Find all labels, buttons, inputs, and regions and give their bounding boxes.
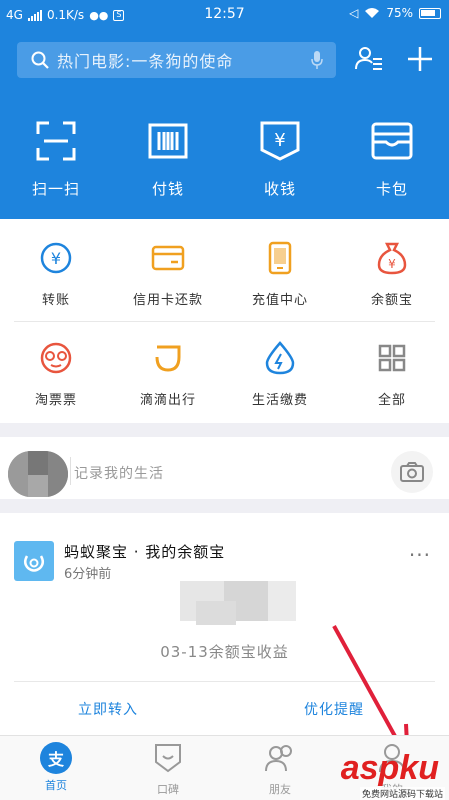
- tab-label: 首页: [45, 779, 67, 792]
- microphone-icon[interactable]: [310, 50, 324, 70]
- post-placeholder: 记录我的生活: [74, 466, 164, 482]
- grid-label: 充值中心: [251, 293, 308, 308]
- grid-label: 信用卡还款: [132, 293, 203, 308]
- quick-pay[interactable]: 付钱: [128, 118, 208, 199]
- quick-scan[interactable]: 扫一扫: [16, 118, 96, 199]
- didi-icon: [155, 345, 181, 372]
- tab-home[interactable]: 支 首页: [16, 742, 96, 793]
- add-icon[interactable]: [406, 44, 434, 74]
- grid-label: 滴滴出行: [139, 393, 196, 408]
- watermark: aspku 免费网站源码下载站: [279, 745, 449, 800]
- grid-label: 全部: [377, 393, 406, 408]
- grid-item-utilities[interactable]: 生活缴费: [224, 339, 336, 408]
- movie-face-icon: [40, 342, 72, 374]
- camera-button[interactable]: [391, 451, 433, 493]
- money-bag-icon: ¥: [377, 242, 407, 275]
- watermark-logo: aspku: [340, 749, 439, 787]
- blurred-amount: [268, 581, 296, 621]
- tab-koubei[interactable]: 口碑: [128, 742, 208, 797]
- scan-icon: [36, 121, 76, 161]
- phone-recharge-icon: [268, 241, 292, 275]
- header-panel: 4G 0.1K/s ●● S 12:57 ◁ 75% 热门电影:一条狗的使命 扫…: [0, 0, 449, 219]
- water-drop-icon: [265, 341, 295, 375]
- quick-label: 付钱: [151, 180, 184, 198]
- contacts-icon[interactable]: [354, 44, 384, 74]
- grid-item-credit-card[interactable]: 信用卡还款: [112, 239, 224, 308]
- grid-item-didi[interactable]: 滴滴出行: [112, 339, 224, 408]
- grid-item-transfer[interactable]: ¥ 转账: [0, 239, 112, 308]
- home-icon: 支: [40, 742, 72, 774]
- grid-item-all[interactable]: 全部: [336, 339, 448, 408]
- svg-text:¥: ¥: [51, 249, 61, 268]
- post-divider: [70, 457, 71, 485]
- credit-card-icon: [151, 245, 185, 271]
- yuan-receive-icon: ¥: [260, 121, 300, 161]
- grid-divider: [14, 321, 435, 322]
- more-icon[interactable]: ···: [409, 543, 431, 567]
- watermark-subtitle: 免费网站源码下载站: [359, 787, 445, 800]
- service-grid: ¥ 转账 信用卡还款 充值中心 ¥ 余额宝 淘票票 滴滴出行 生活缴费 全部: [0, 219, 449, 423]
- battery-icon: [419, 7, 441, 19]
- search-icon: [31, 51, 49, 69]
- svg-text:¥: ¥: [388, 257, 396, 271]
- avatar[interactable]: [8, 451, 68, 497]
- grid-all-icon: [378, 344, 406, 372]
- grid-label: 转账: [41, 293, 70, 308]
- svg-text:¥: ¥: [274, 130, 285, 151]
- quick-card-wallet[interactable]: 卡包: [352, 118, 432, 199]
- grid-label: 生活缴费: [251, 393, 308, 408]
- grid-label: 淘票票: [34, 393, 77, 408]
- card-title: 蚂蚁聚宝 · 我的余额宝: [64, 543, 226, 561]
- koubei-icon: [155, 744, 181, 773]
- grid-label: 余额宝: [370, 293, 413, 308]
- quick-receive[interactable]: ¥ 收钱: [240, 118, 320, 199]
- search-placeholder: 热门电影:一条狗的使命: [57, 52, 234, 71]
- blurred-amount: [196, 601, 236, 625]
- post-bar[interactable]: 记录我的生活: [0, 437, 449, 499]
- battery-level: 75%: [386, 6, 413, 20]
- search-bar[interactable]: 热门电影:一条狗的使命: [17, 42, 336, 78]
- grid-item-recharge[interactable]: 充值中心: [224, 239, 336, 308]
- card-time: 6分钟前: [64, 567, 112, 582]
- quick-label: 收钱: [263, 180, 296, 198]
- yuebao-logo: [14, 541, 54, 581]
- mute-icon: ◁: [349, 6, 359, 20]
- status-bar: 4G 0.1K/s ●● S 12:57 ◁ 75%: [0, 0, 449, 30]
- card-wallet-icon: [371, 122, 413, 160]
- quick-label: 扫一扫: [31, 180, 80, 198]
- barcode-icon: [148, 123, 188, 159]
- transfer-icon: ¥: [40, 242, 72, 274]
- grid-item-yuebao[interactable]: ¥ 余额宝: [336, 239, 448, 308]
- grid-item-movie[interactable]: 淘票票: [0, 339, 112, 408]
- wifi-icon: [365, 8, 380, 18]
- tab-label: 口碑: [157, 783, 179, 796]
- quick-label: 卡包: [375, 180, 408, 198]
- ant-fortune-icon: [24, 555, 44, 572]
- camera-icon: [400, 462, 424, 482]
- transfer-in-button[interactable]: 立即转入: [78, 699, 138, 719]
